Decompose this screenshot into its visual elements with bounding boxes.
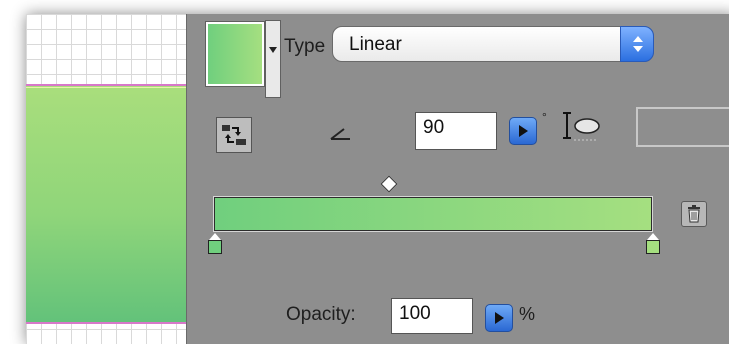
opacity-label: Opacity: <box>286 304 356 325</box>
opacity-input[interactable]: 100 <box>391 298 473 334</box>
gradient-ramp[interactable] <box>213 196 653 232</box>
radius-icon <box>563 112 600 141</box>
gradient-midpoint-handle[interactable] <box>380 175 398 193</box>
fill-panel: Type Linear 90 ° % <box>187 14 729 344</box>
gradient-type-value: Linear <box>349 34 402 55</box>
fill-color-swatch[interactable] <box>205 21 265 87</box>
delete-stop-button[interactable] <box>681 201 707 227</box>
type-label: Type <box>284 36 326 57</box>
gradient-type-select[interactable]: Linear <box>332 26 654 62</box>
angle-unit: ° <box>542 110 547 124</box>
stop-pointer-icon <box>647 233 659 240</box>
trash-icon <box>688 205 700 223</box>
canvas-area[interactable] <box>26 14 187 344</box>
angle-input[interactable]: 90 <box>415 112 497 150</box>
gradient-stop-left[interactable] <box>208 233 222 255</box>
opacity-unit: % <box>519 304 536 324</box>
radius-input <box>636 107 729 147</box>
swap-colors-icon <box>222 125 246 145</box>
stop-color-box <box>208 240 222 254</box>
gradient-stop-right[interactable] <box>646 233 660 255</box>
window: Type Linear 90 ° % <box>26 14 729 344</box>
gradient-preview-shape[interactable] <box>26 84 186 324</box>
stop-color-box <box>646 240 660 254</box>
select-stepper-icon[interactable] <box>620 26 654 62</box>
swap-colors-button[interactable] <box>216 117 252 153</box>
angle-icon <box>330 128 350 140</box>
angle-arrow-button[interactable] <box>509 117 537 145</box>
stop-pointer-icon <box>209 233 221 240</box>
swatch-dropdown-button[interactable] <box>265 20 281 98</box>
